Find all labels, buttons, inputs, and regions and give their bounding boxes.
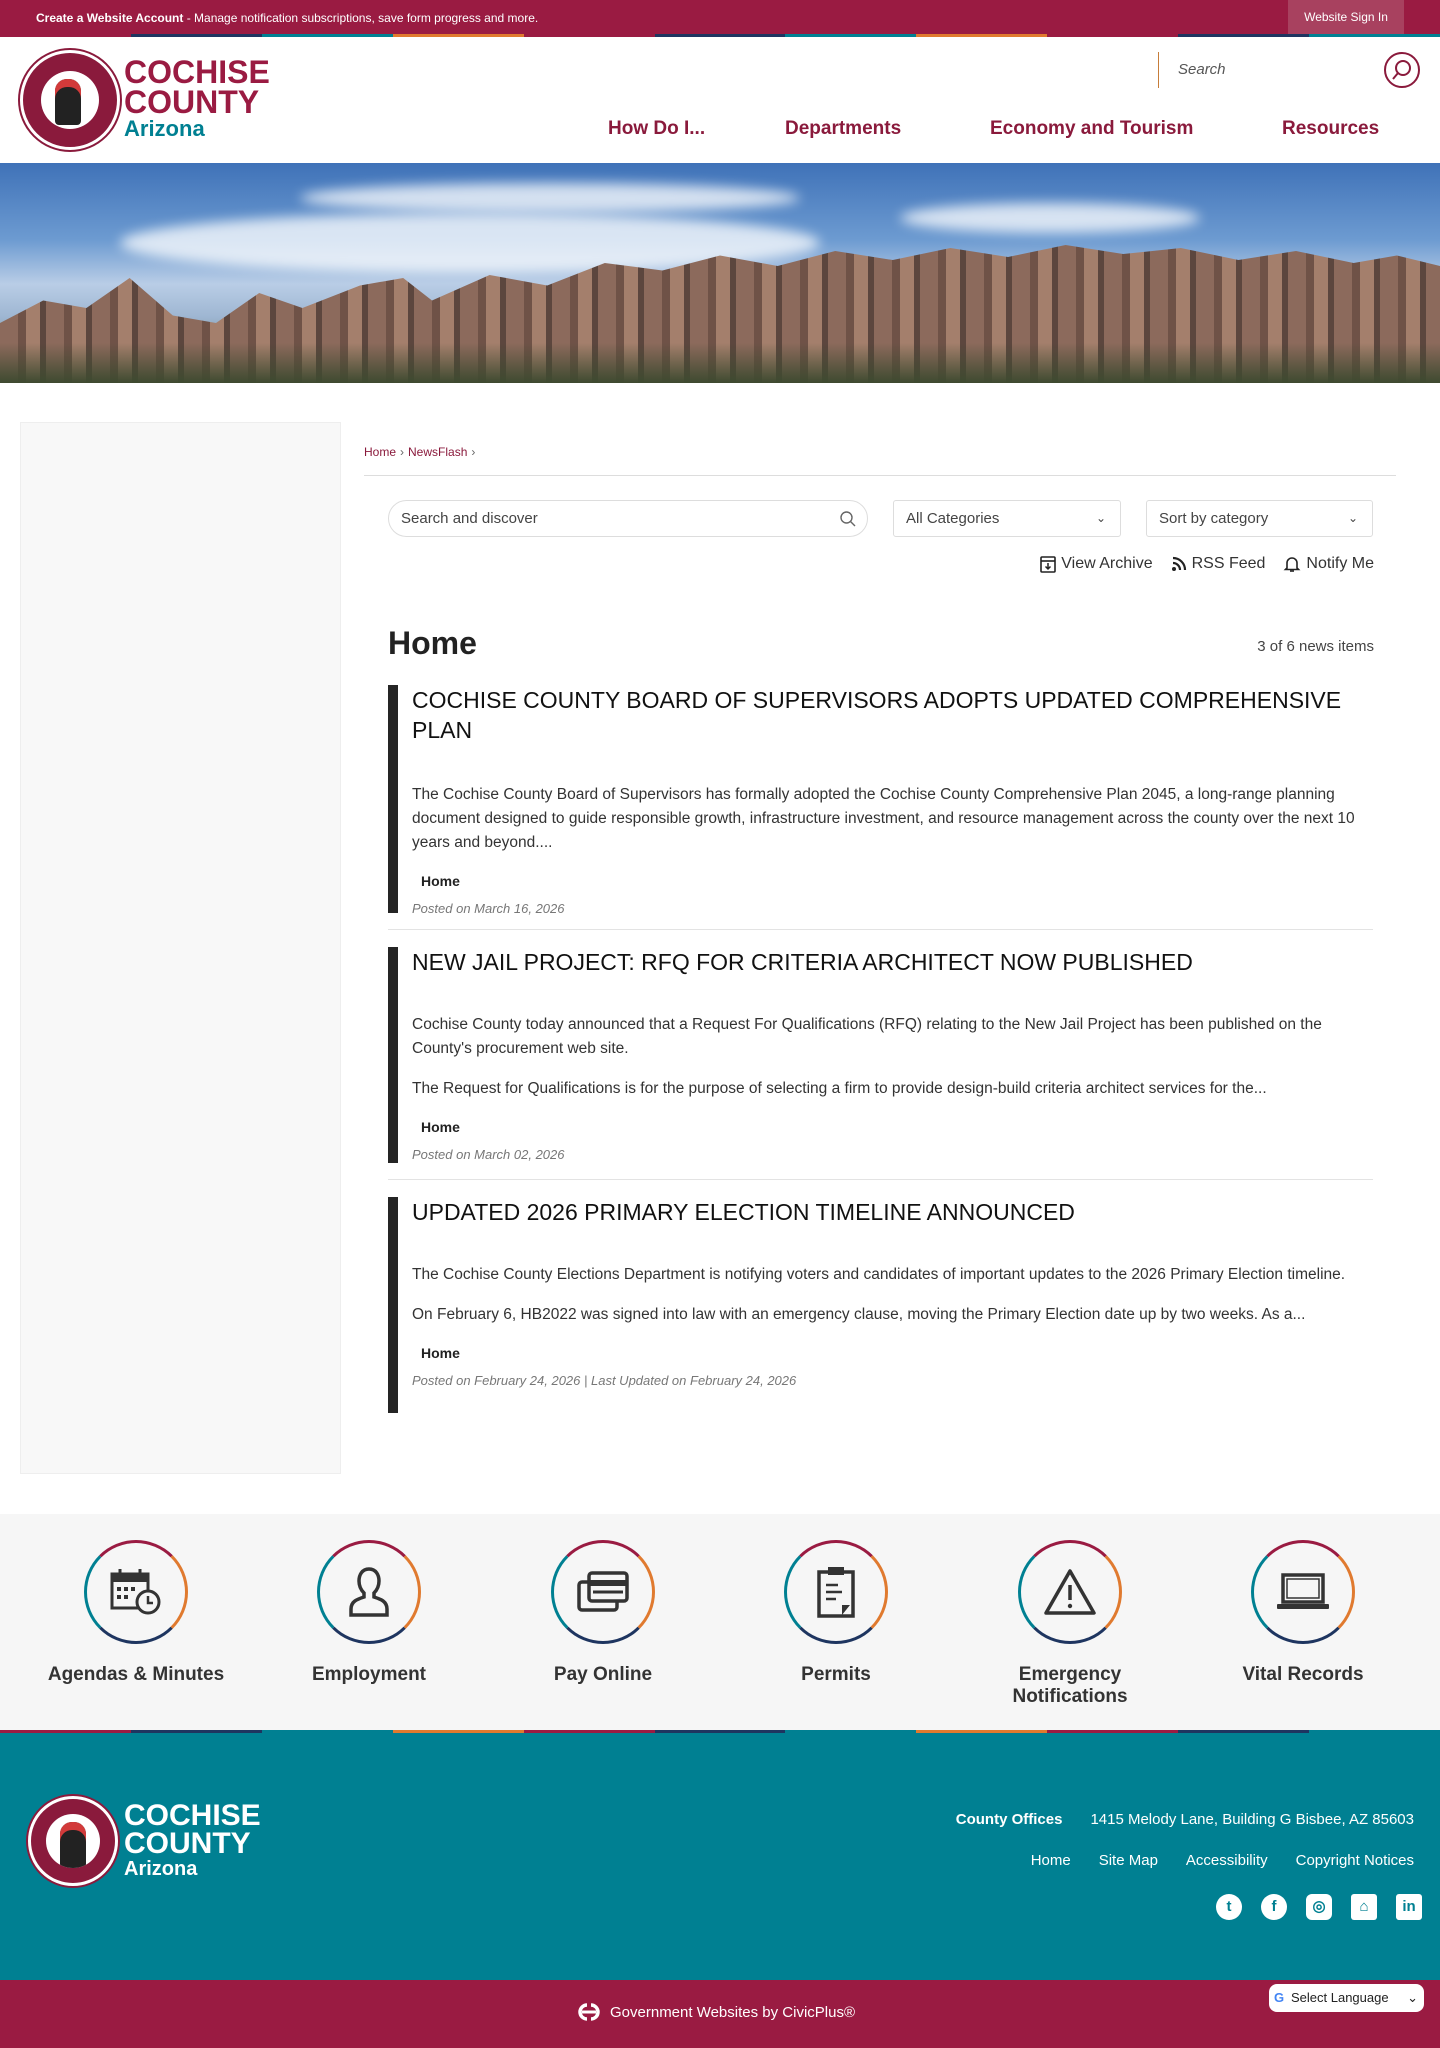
breadcrumb: Home › NewsFlash › (364, 445, 476, 459)
archive-icon (1040, 556, 1057, 573)
calendar-clock-icon (110, 1569, 161, 1615)
news-summary: The Request for Qualifications is for th… (412, 1080, 1267, 1097)
news-summary: Cochise County today announced that a Re… (412, 1016, 1322, 1057)
nav-resources[interactable]: Resources (1282, 118, 1379, 140)
news-count: 3 of 6 news items (1257, 638, 1374, 655)
social-links: t f ◎ ⌂ in (1216, 1894, 1422, 1920)
quick-link-employment[interactable]: Employment (269, 1540, 469, 1686)
linkedin-icon[interactable]: in (1396, 1894, 1422, 1920)
credit-card-icon (577, 1571, 629, 1612)
sidebar (20, 422, 341, 1474)
facebook-icon[interactable]: f (1261, 1894, 1287, 1920)
news-date: Posted on February 24, 2026 | Last Updat… (412, 1373, 797, 1388)
civicplus-credit-link[interactable]: Government Websites by CivicPlus® (578, 2003, 855, 2021)
chevron-down-icon: ⌄ (1347, 511, 1358, 525)
warning-icon (1044, 1569, 1096, 1615)
news-category[interactable]: Home (421, 1119, 1373, 1135)
quick-link-emergency[interactable]: Emergency Notifications (970, 1540, 1170, 1708)
chevron-down-icon: ⌄ (1095, 511, 1106, 525)
laptop-icon (1277, 1573, 1329, 1609)
site-search-input[interactable]: Search (1178, 61, 1226, 78)
hero-banner-image (0, 163, 1440, 383)
footer-links: Home Site Map Accessibility Copyright Notic… (1003, 1852, 1414, 1870)
quick-link-permits[interactable]: Permits (736, 1540, 936, 1686)
quick-link-vital-records[interactable]: Vital Records (1203, 1540, 1403, 1686)
news-item: COCHISE COUNTY BOARD OF SUPERVISORS ADOP… (388, 685, 1373, 916)
footer: COCHISE COUNTY Arizona County Offices 141… (0, 1733, 1440, 1980)
county-seal-logo[interactable] (20, 50, 120, 150)
news-search-input[interactable]: Search and discover (388, 500, 868, 537)
news-item: UPDATED 2026 PRIMARY ELECTION TIMELINE A… (388, 1197, 1373, 1413)
footer-link-site-map[interactable]: Site Map (1099, 1852, 1158, 1869)
news-category[interactable]: Home (421, 1345, 1373, 1361)
news-date: Posted on March 16, 2026 (412, 901, 565, 916)
nav-departments[interactable]: Departments (785, 118, 901, 140)
google-translate-icon: G (1274, 1990, 1285, 2005)
news-title[interactable]: UPDATED 2026 PRIMARY ELECTION TIMELINE A… (412, 1197, 1373, 1227)
search-button[interactable] (1384, 52, 1420, 88)
instagram-icon[interactable]: ◎ (1306, 1894, 1332, 1920)
top-bar: Create a Website Account - Manage notifi… (0, 0, 1440, 37)
footer-link-accessibility[interactable]: Accessibility (1186, 1852, 1268, 1869)
person-icon (349, 1567, 389, 1617)
create-account-link[interactable]: Create a Website Account (36, 11, 183, 25)
language-select[interactable]: G Select Language ⌄ (1269, 1984, 1424, 2012)
news-item: NEW JAIL PROJECT: RFQ FOR CRITERIA ARCHI… (388, 947, 1373, 1163)
quick-links: Agendas & Minutes Employment Pay Online … (0, 1514, 1440, 1733)
nav-economy-tourism[interactable]: Economy and Tourism (990, 118, 1193, 140)
view-archive-link[interactable]: View Archive (1040, 555, 1153, 573)
search-icon (840, 511, 856, 527)
rss-icon (1171, 556, 1186, 571)
quick-link-agendas[interactable]: Agendas & Minutes (36, 1540, 236, 1686)
civicplus-icon (578, 2003, 600, 2021)
breadcrumb-home[interactable]: Home (364, 445, 396, 459)
bell-icon (1283, 557, 1301, 572)
chevron-down-icon: ⌄ (1407, 1990, 1418, 2005)
account-message: - Manage notification subscriptions, sav… (183, 11, 539, 25)
news-summary: The Cochise County Board of Supervisors … (412, 786, 1355, 851)
rss-feed-link[interactable]: RSS Feed (1171, 555, 1265, 573)
notify-me-link[interactable]: Notify Me (1283, 555, 1374, 573)
clipboard-icon (817, 1567, 855, 1618)
footer-seal-logo[interactable] (28, 1796, 118, 1886)
nextdoor-icon[interactable]: ⌂ (1351, 1894, 1377, 1920)
county-offices-label: County Offices (955, 1811, 1063, 1828)
header: COCHISE COUNTY Arizona Search How Do I..… (0, 37, 1440, 163)
breadcrumb-newsflash[interactable]: NewsFlash (408, 445, 467, 459)
news-date: Posted on March 02, 2026 (412, 1147, 565, 1162)
quick-link-pay-online[interactable]: Pay Online (503, 1540, 703, 1686)
page-title: Home (388, 625, 477, 661)
footer-logo-text[interactable]: COCHISE COUNTY Arizona (124, 1801, 261, 1881)
news-title[interactable]: NEW JAIL PROJECT: RFQ FOR CRITERIA ARCHI… (412, 947, 1373, 977)
search-icon (1392, 60, 1411, 80)
category-select[interactable]: All Categories ⌄ (893, 500, 1121, 537)
county-address: 1415 Melody Lane, Building G Bisbee, AZ … (1090, 1811, 1414, 1828)
news-summary: The Cochise County Elections Department … (412, 1266, 1346, 1283)
news-summary: On February 6, HB2022 was signed into la… (412, 1306, 1306, 1323)
logo-text[interactable]: COCHISE COUNTY Arizona (124, 56, 270, 141)
nav-how-do-i[interactable]: How Do I... (608, 118, 705, 140)
website-sign-in-button[interactable]: Website Sign In (1288, 0, 1404, 34)
news-title[interactable]: COCHISE COUNTY BOARD OF SUPERVISORS ADOP… (412, 685, 1373, 745)
news-category[interactable]: Home (421, 873, 1373, 889)
bottom-bar: Government Websites by CivicPlus® G Selec… (0, 1980, 1440, 2048)
news-actions: View Archive RSS Feed Notify Me (1040, 555, 1374, 573)
twitter-icon[interactable]: t (1216, 1894, 1242, 1920)
footer-link-copyright[interactable]: Copyright Notices (1296, 1852, 1414, 1869)
sort-select[interactable]: Sort by category ⌄ (1146, 500, 1373, 537)
footer-link-home[interactable]: Home (1031, 1852, 1071, 1869)
